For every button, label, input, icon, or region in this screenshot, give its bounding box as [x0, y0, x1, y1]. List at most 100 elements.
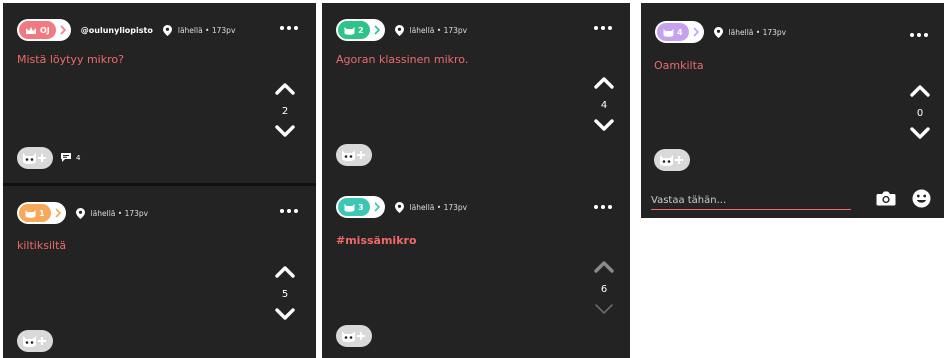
user-badge[interactable]: 3	[336, 196, 385, 218]
post-card: 1 lähellä • 173pv kiltiksiltä 5	[3, 186, 316, 358]
vote-count: 4	[600, 100, 608, 111]
vote-control: 0	[908, 83, 932, 144]
user-badge[interactable]: 4	[655, 21, 704, 43]
badge-label: 4	[677, 27, 683, 37]
badge-label: OJ	[40, 25, 50, 35]
vote-control: 5	[273, 264, 297, 325]
post-text: Agoran klassinen mikro.	[336, 53, 469, 66]
chevron-right-icon	[373, 25, 381, 35]
more-options-icon[interactable]	[280, 209, 298, 213]
downvote-icon[interactable]	[909, 126, 931, 140]
location-info: lähellä • 173pv	[713, 26, 787, 38]
location-info: lähellä • 173pv	[394, 24, 468, 36]
cat-icon	[344, 203, 355, 212]
cat-plus-icon	[23, 153, 46, 164]
badge-pill: 3	[338, 198, 370, 216]
badge-pill: 1	[19, 204, 51, 222]
badge-pill: 2	[338, 21, 370, 39]
camera-button[interactable]	[876, 189, 896, 207]
location-pin-icon	[394, 24, 404, 36]
downvote-icon[interactable]	[593, 302, 615, 316]
post-text: kiltiksiltä	[17, 239, 67, 252]
chevron-right-icon	[54, 208, 62, 218]
panel-thread-replies: 2 lähellä • 173pv Agoran klassinen mikro…	[322, 3, 630, 358]
user-badge[interactable]: OJ	[17, 19, 71, 41]
username[interactable]: @oulunyliopisto	[81, 26, 153, 35]
vote-control: 2	[273, 81, 297, 142]
upvote-icon[interactable]	[274, 82, 296, 96]
upvote-icon[interactable]	[593, 76, 615, 90]
location-label: lähellä • 173pv	[409, 25, 468, 35]
chevron-right-icon	[59, 25, 67, 35]
downvote-icon[interactable]	[274, 307, 296, 321]
location-pin-icon	[162, 24, 172, 36]
post-text: #missämikro	[336, 234, 417, 247]
location-pin-icon	[75, 207, 85, 219]
user-badge[interactable]: 2	[336, 19, 385, 41]
chevron-right-icon	[373, 202, 381, 212]
post-card: OJ @oulunyliopisto lähellä • 173pv Mistä…	[3, 3, 316, 183]
emoji-icon	[912, 189, 930, 207]
upvote-icon[interactable]	[274, 265, 296, 279]
post-header: 2 lähellä • 173pv	[336, 18, 467, 42]
add-reaction-button[interactable]	[17, 147, 53, 169]
location-label: lähellä • 173pv	[177, 25, 236, 35]
cat-icon	[344, 26, 355, 35]
cat-plus-icon	[342, 331, 365, 342]
more-options-icon[interactable]	[280, 26, 298, 30]
post-header: 4 lähellä • 173pv	[655, 20, 786, 44]
cat-icon	[663, 28, 674, 37]
panel-thread-main: OJ @oulunyliopisto lähellä • 173pv Mistä…	[3, 3, 316, 358]
vote-count: 5	[281, 289, 289, 300]
more-options-icon[interactable]	[594, 205, 612, 209]
post-card: 4 lähellä • 173pv Oamkilta 0 Vastaa tähä…	[641, 3, 944, 218]
camera-icon	[876, 191, 896, 206]
location-info: lähellä • 173pv	[75, 207, 149, 219]
add-reaction-button[interactable]	[336, 325, 372, 347]
badge-label: 1	[39, 208, 45, 218]
cat-plus-icon	[342, 150, 365, 161]
comment-count-label: 4	[76, 153, 81, 162]
more-options-icon[interactable]	[910, 33, 928, 37]
badge-pill: 4	[657, 23, 689, 41]
location-pin-icon	[713, 26, 723, 38]
badge-label: 2	[358, 25, 364, 35]
cat-icon	[25, 209, 36, 218]
location-label: lähellä • 173pv	[90, 208, 149, 218]
post-card: 2 lähellä • 173pv Agoran klassinen mikro…	[322, 3, 630, 183]
comment-icon	[61, 153, 71, 162]
location-info: lähellä • 173pv	[162, 24, 236, 36]
downvote-icon[interactable]	[274, 124, 296, 138]
more-options-icon[interactable]	[594, 26, 612, 30]
post-text: Oamkilta	[654, 59, 704, 72]
location-label: lähellä • 173pv	[409, 202, 468, 212]
add-reaction-button[interactable]	[336, 144, 372, 166]
cat-plus-icon	[23, 336, 46, 347]
vote-control: 6	[592, 259, 616, 320]
add-reaction-button[interactable]	[17, 330, 53, 352]
location-info: lähellä • 173pv	[394, 201, 468, 213]
post-header: 1 lähellä • 173pv	[17, 201, 148, 225]
panel-reply-thread: 4 lähellä • 173pv Oamkilta 0 Vastaa tähä…	[641, 3, 944, 218]
post-card: 3 lähellä • 173pv #missämikro 6	[322, 183, 630, 358]
cat-plus-icon	[660, 155, 683, 166]
crown-icon	[26, 26, 36, 34]
reply-input[interactable]: Vastaa tähän...	[651, 195, 851, 210]
upvote-icon[interactable]	[909, 84, 931, 98]
comment-count[interactable]: 4	[60, 152, 80, 163]
location-label: lähellä • 173pv	[728, 27, 787, 37]
emoji-button[interactable]	[911, 188, 931, 208]
user-badge[interactable]: 1	[17, 202, 66, 224]
location-pin-icon	[394, 201, 404, 213]
chevron-right-icon	[692, 27, 700, 37]
vote-count: 2	[281, 106, 289, 117]
vote-count: 0	[916, 108, 924, 119]
vote-control: 4	[592, 75, 616, 136]
downvote-icon[interactable]	[593, 118, 615, 132]
badge-label: 3	[358, 202, 364, 212]
add-reaction-button[interactable]	[654, 149, 690, 171]
upvote-icon[interactable]	[593, 260, 615, 274]
post-header: OJ @oulunyliopisto lähellä • 173pv	[17, 18, 235, 42]
vote-count: 6	[600, 284, 608, 295]
post-text: Mistä löytyy mikro?	[17, 53, 124, 66]
